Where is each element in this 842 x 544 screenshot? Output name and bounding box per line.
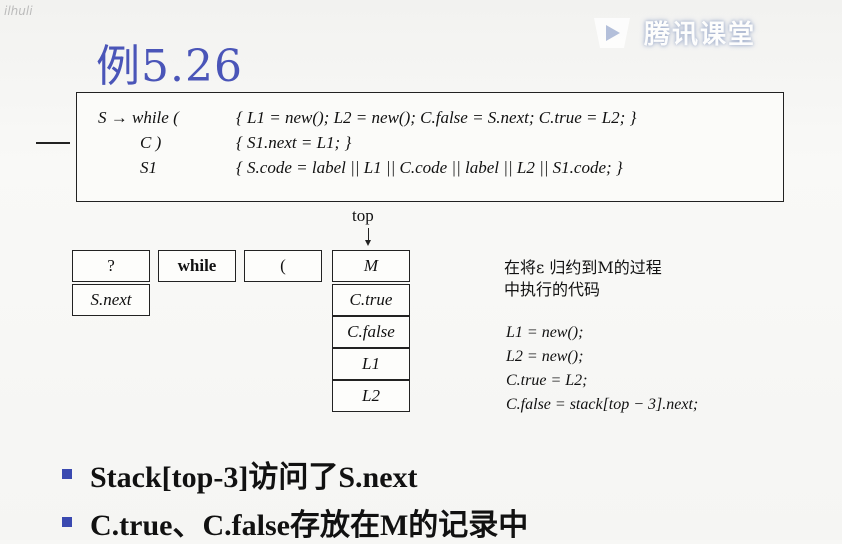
stack-cell: C.false xyxy=(332,316,410,348)
stack-cell: ( xyxy=(244,250,322,282)
slide: ilhuli 例5.26 腾讯课堂 S → while ( { L1 = new… xyxy=(0,0,842,542)
stack-cell: C.true xyxy=(332,284,410,316)
stack-cell: L2 xyxy=(332,380,410,412)
stack-cell: ? xyxy=(72,250,150,282)
grammar-rhs: { S1.next = L1; } xyxy=(236,133,352,152)
grammar-lhs: S → while ( xyxy=(98,108,179,127)
code-line: C.true = L2; xyxy=(506,372,588,389)
corner-mark: ilhuli xyxy=(4,4,33,18)
slide-title: 例5.26 xyxy=(96,41,243,92)
grammar-lhs: S1 xyxy=(140,158,157,177)
stack-cell: while xyxy=(158,250,236,282)
bullet-square-icon xyxy=(62,469,72,479)
stack-cell: S.next xyxy=(72,284,150,316)
bullet-square-icon xyxy=(62,517,72,527)
bullet-item: C.true、C.false存放在M的记录中 xyxy=(62,500,528,544)
code-line: C.false = stack[top − 3].next; xyxy=(506,396,699,413)
bullet-item: Stack[top-3]访问了S.next xyxy=(62,452,418,496)
code-line: L2 = new(); xyxy=(506,348,584,365)
note-line: 在将ε 归约到M的过程 xyxy=(504,258,662,277)
side-dash xyxy=(36,142,70,144)
grammar-lhs: C ) xyxy=(140,133,162,152)
stack-cell: L1 xyxy=(332,348,410,380)
stack-cell: M xyxy=(332,250,410,282)
logo-text: 腾讯课堂 xyxy=(644,19,757,50)
top-arrow-icon xyxy=(365,228,371,246)
code-line: L1 = new(); xyxy=(506,324,584,341)
tencent-classroom-play-icon xyxy=(594,18,630,48)
grammar-rhs: { L1 = new(); L2 = new(); C.false = S.ne… xyxy=(236,108,637,127)
bullet-text: C.true、C.false存放在M的记录中 xyxy=(90,509,529,542)
grammar-rhs: { S.code = label || L1 || C.code || labe… xyxy=(236,158,623,177)
note-line: 中执行的代码 xyxy=(504,280,601,299)
logo: 腾讯课堂 xyxy=(588,12,756,52)
bullet-text: Stack[top-3]访问了S.next xyxy=(90,461,418,494)
top-label: top xyxy=(352,206,374,225)
